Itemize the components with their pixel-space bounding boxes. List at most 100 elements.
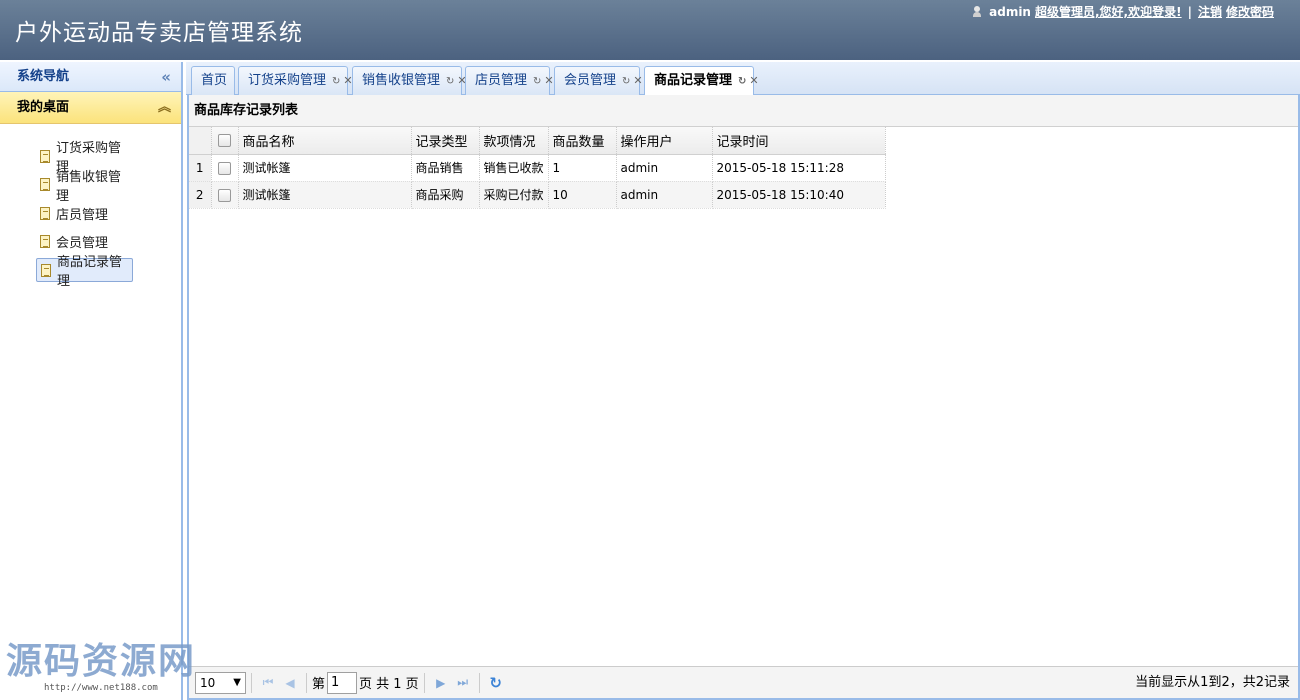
tab-label: 首页 — [201, 73, 228, 88]
sidebar-item-label: 商品记录管理 — [57, 255, 123, 289]
table-row[interactable]: 1 测试帐篷 商品销售 销售已收款 1 admin 2015-05-18 15:… — [189, 154, 886, 182]
user-icon — [973, 6, 982, 17]
document-icon — [40, 178, 50, 191]
close-icon[interactable]: ✕ — [544, 74, 553, 87]
greeting-link[interactable]: 超级管理员,您好,欢迎登录! — [1035, 3, 1182, 20]
sidebar-header: 系统导航 « — [0, 62, 181, 92]
column-header-name[interactable]: 商品名称 — [238, 127, 412, 155]
change-password-link[interactable]: 修改密码 — [1226, 3, 1274, 20]
sidebar: 系统导航 « 我的桌面 ︽ 订货采购管理 销售收银管理 店员管理 会员管理 商品… — [0, 62, 183, 700]
cell-qty: 1 — [548, 154, 617, 182]
main-area: 首页 订货采购管理 ↻ ✕ 销售收银管理 ↻ ✕ 店员管理 ↻ ✕ 会员管理 ↻ ✕ 商品记录管… — [186, 62, 1300, 700]
close-icon[interactable]: ✕ — [749, 74, 758, 87]
page-prefix: 第 — [312, 677, 326, 692]
tab-members[interactable]: 会员管理 ↻ ✕ — [554, 66, 643, 95]
row-number: 2 — [189, 181, 212, 209]
watermark-url: http://www.net188.com — [44, 683, 158, 693]
document-icon — [41, 263, 51, 277]
row-checkbox-cell[interactable] — [211, 154, 239, 182]
column-header-user[interactable]: 操作用户 — [616, 127, 713, 155]
app-title: 户外运动品专卖店管理系统 — [15, 20, 303, 46]
tab-staff[interactable]: 店员管理 ↻ ✕ — [465, 66, 554, 95]
column-header-qty[interactable]: 商品数量 — [548, 127, 617, 155]
refresh-icon[interactable]: ↻ — [485, 674, 507, 692]
divider: | — [1187, 4, 1192, 19]
cell-name: 测试帐篷 — [238, 154, 412, 182]
collapse-left-icon[interactable]: « — [161, 62, 171, 92]
document-icon — [40, 235, 50, 248]
desk-title: 我的桌面 — [17, 100, 70, 115]
column-header-payment[interactable]: 款项情况 — [479, 127, 549, 155]
username: admin — [989, 4, 1031, 19]
last-page-icon[interactable]: ⏭ — [452, 675, 474, 690]
cell-type: 商品销售 — [411, 154, 480, 182]
prev-page-icon[interactable]: ◀ — [279, 676, 301, 690]
chevron-up-icon[interactable]: ︽ — [158, 92, 171, 124]
select-all-checkbox[interactable] — [218, 133, 231, 147]
pager-divider — [306, 672, 307, 693]
close-icon[interactable]: ✕ — [633, 74, 642, 87]
cell-time: 2015-05-18 15:10:40 — [712, 181, 886, 209]
page-size-value: 10 — [200, 675, 216, 690]
panel-title: 商品库存记录列表 — [189, 95, 1298, 127]
document-icon — [40, 206, 50, 220]
refresh-icon[interactable]: ↻ — [533, 76, 541, 87]
page-number-input[interactable]: 1 — [327, 671, 358, 694]
pager-divider — [423, 672, 425, 693]
record-grid-panel: 商品库存记录列表 商品名称 记录类型 款项情况 商品数量 操作用户 记录时间 1 — [187, 95, 1300, 700]
sidebar-item-label: 会员管理 — [56, 236, 109, 251]
logout-link[interactable]: 注销 — [1198, 3, 1222, 20]
tab-records[interactable]: 商品记录管理 ↻ ✕ — [644, 66, 759, 96]
user-bar: admin 超级管理员,您好,欢迎登录! | 注销 修改密码 — [973, 3, 1274, 20]
cell-type: 商品采购 — [411, 181, 480, 209]
tab-label: 会员管理 — [564, 73, 617, 88]
refresh-icon[interactable]: ↻ — [738, 76, 746, 87]
pagination-bar: 10 ▼ ⏮ ◀ 第 1 页 共 1 页 ▶ ⏭ ↻ 当前显示从1到2，共2记录 — [189, 666, 1298, 698]
refresh-icon[interactable]: ↻ — [622, 76, 630, 87]
refresh-icon[interactable]: ↻ — [332, 76, 340, 87]
row-checkbox-cell[interactable] — [211, 181, 239, 209]
cell-payment: 销售已收款 — [479, 154, 549, 182]
table-row[interactable]: 2 测试帐篷 商品采购 采购已付款 10 admin 2015-05-18 15… — [189, 181, 886, 209]
sidebar-item-members[interactable]: 会员管理 — [36, 230, 133, 254]
sidebar-item-staff[interactable]: 店员管理 — [36, 201, 133, 225]
document-icon — [40, 149, 50, 163]
watermark: 源码资源网 — [6, 640, 197, 682]
tab-purchase[interactable]: 订货采购管理 ↻ ✕ — [238, 66, 353, 95]
cell-qty: 10 — [548, 181, 617, 209]
table-header-row: 商品名称 记录类型 款项情况 商品数量 操作用户 记录时间 — [189, 127, 886, 155]
column-header-type[interactable]: 记录类型 — [411, 127, 480, 155]
tab-label: 订货采购管理 — [248, 73, 327, 88]
pager-divider — [478, 672, 480, 693]
sidebar-title: 系统导航 — [17, 69, 70, 84]
refresh-icon[interactable]: ↻ — [446, 76, 454, 87]
first-page-icon[interactable]: ⏮ — [257, 675, 279, 690]
tab-home[interactable]: 首页 — [191, 66, 235, 95]
next-page-icon[interactable]: ▶ — [430, 676, 452, 690]
column-header-time[interactable]: 记录时间 — [712, 127, 886, 155]
page-size-select[interactable]: 10 ▼ — [195, 671, 246, 694]
app-header: 户外运动品专卖店管理系统 admin 超级管理员,您好,欢迎登录! | 注销 修… — [0, 0, 1300, 60]
sidebar-item-label: 店员管理 — [56, 207, 109, 223]
select-all-checkbox-cell[interactable] — [211, 127, 239, 155]
sidebar-item-sales[interactable]: 销售收银管理 — [36, 170, 133, 204]
row-checkbox[interactable] — [218, 188, 231, 202]
tab-sales[interactable]: 销售收银管理 ↻ ✕ — [352, 66, 467, 95]
tab-bar: 首页 订货采购管理 ↻ ✕ 销售收银管理 ↻ ✕ 店员管理 ↻ ✕ 会员管理 ↻ ✕ 商品记录管… — [186, 62, 1300, 96]
record-table: 商品名称 记录类型 款项情况 商品数量 操作用户 记录时间 1 测试帐篷 商品销… — [189, 127, 886, 209]
tab-label: 销售收银管理 — [362, 73, 441, 88]
tab-label: 商品记录管理 — [654, 73, 733, 88]
row-checkbox[interactable] — [218, 161, 231, 175]
cell-user: admin — [616, 154, 713, 182]
tab-label: 店员管理 — [475, 73, 528, 88]
sidebar-menu: 订货采购管理 销售收银管理 店员管理 会员管理 商品记录管理 — [0, 124, 181, 289]
row-number: 1 — [189, 154, 212, 182]
sidebar-item-label: 销售收银管理 — [56, 169, 122, 204]
desk-header[interactable]: 我的桌面 ︽ — [0, 92, 181, 124]
cell-time: 2015-05-18 15:11:28 — [712, 154, 886, 182]
sidebar-item-records[interactable]: 商品记录管理 — [36, 255, 133, 289]
cell-user: admin — [616, 181, 713, 209]
dropdown-arrow-icon[interactable]: ▼ — [233, 673, 241, 693]
cell-name: 测试帐篷 — [238, 181, 412, 209]
sidebar-item-purchase[interactable]: 订货采购管理 — [36, 141, 133, 175]
